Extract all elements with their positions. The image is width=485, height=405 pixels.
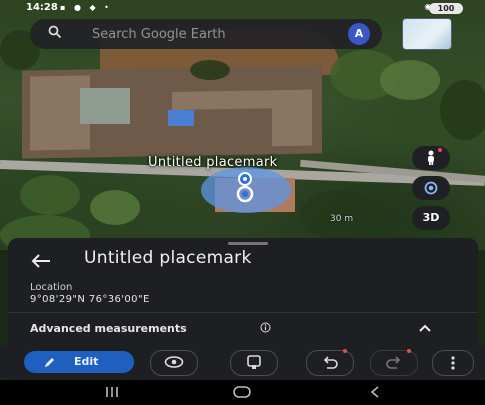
battery-indicator: 100 bbox=[429, 3, 463, 14]
map-tree bbox=[380, 60, 440, 100]
undo-icon bbox=[323, 356, 338, 369]
redo-icon bbox=[386, 356, 401, 369]
location-coordinates: 9°08'29"N 76°36'00"E bbox=[30, 294, 150, 305]
pegman-icon bbox=[428, 150, 434, 165]
map-roof bbox=[272, 105, 312, 147]
system-nav-bar bbox=[0, 380, 485, 405]
info-icon[interactable] bbox=[260, 322, 271, 333]
map-tree bbox=[90, 190, 140, 225]
search-input[interactable] bbox=[90, 23, 334, 45]
search-bar[interactable]: A bbox=[30, 19, 382, 49]
map-tree bbox=[440, 80, 485, 140]
nav-back-icon[interactable] bbox=[370, 386, 380, 398]
status-time: 14:28 bbox=[26, 2, 58, 13]
more-vert-icon bbox=[451, 356, 455, 370]
status-bar: 14:28 ▪ ● ◆ • ◉ ▲ ▮ 100 bbox=[0, 0, 485, 18]
notification-dot bbox=[407, 349, 411, 353]
more-options-button[interactable] bbox=[432, 350, 474, 376]
map-tree bbox=[20, 175, 80, 215]
divider bbox=[8, 312, 478, 313]
placemark-title: Untitled placemark bbox=[84, 248, 252, 268]
advanced-measurements-toggle[interactable]: Advanced measurements bbox=[30, 322, 187, 335]
map-tree bbox=[190, 60, 230, 80]
satellite-map[interactable]: 14:28 ▪ ● ◆ • ◉ ▲ ▮ 100 A Untitled place… bbox=[0, 0, 485, 250]
edit-button-label: Edit bbox=[74, 355, 99, 368]
map-blue-roof bbox=[168, 110, 194, 126]
notification-icons: ▪ ● ◆ • bbox=[60, 3, 112, 12]
street-view-button[interactable] bbox=[412, 146, 450, 170]
notification-dot bbox=[343, 349, 347, 353]
screen: 14:28 ▪ ● ◆ • ◉ ▲ ▮ 100 A Untitled place… bbox=[0, 0, 485, 405]
location-label: Location bbox=[30, 282, 73, 293]
pencil-icon bbox=[45, 358, 54, 367]
undo-button[interactable] bbox=[306, 349, 354, 376]
eye-icon bbox=[164, 356, 184, 368]
nav-home-icon[interactable] bbox=[233, 386, 251, 398]
chevron-up-icon[interactable] bbox=[418, 322, 432, 334]
notification-dot bbox=[438, 148, 442, 152]
visibility-button[interactable] bbox=[150, 350, 198, 376]
layers-icon bbox=[247, 355, 261, 369]
account-avatar[interactable]: A bbox=[348, 23, 370, 45]
map-style-thumbnail[interactable] bbox=[402, 18, 452, 50]
map-courtyard bbox=[80, 88, 130, 124]
my-location-button[interactable] bbox=[412, 176, 450, 200]
search-icon bbox=[48, 25, 62, 39]
sheet-drag-handle[interactable] bbox=[228, 242, 268, 245]
action-toolbar: Edit bbox=[0, 345, 485, 378]
view-3d-toggle[interactable]: 3D bbox=[412, 206, 450, 230]
back-arrow-icon[interactable] bbox=[30, 252, 52, 270]
layers-button[interactable] bbox=[230, 350, 278, 376]
redo-button[interactable] bbox=[370, 349, 418, 376]
placemark-pin-icon[interactable] bbox=[232, 170, 258, 204]
nav-recents-icon[interactable] bbox=[105, 386, 119, 398]
placemark-label: Untitled placemark bbox=[148, 155, 278, 170]
edit-button[interactable]: Edit bbox=[24, 351, 134, 373]
my-location-icon bbox=[424, 181, 438, 195]
distance-label: 30 m bbox=[330, 214, 354, 224]
